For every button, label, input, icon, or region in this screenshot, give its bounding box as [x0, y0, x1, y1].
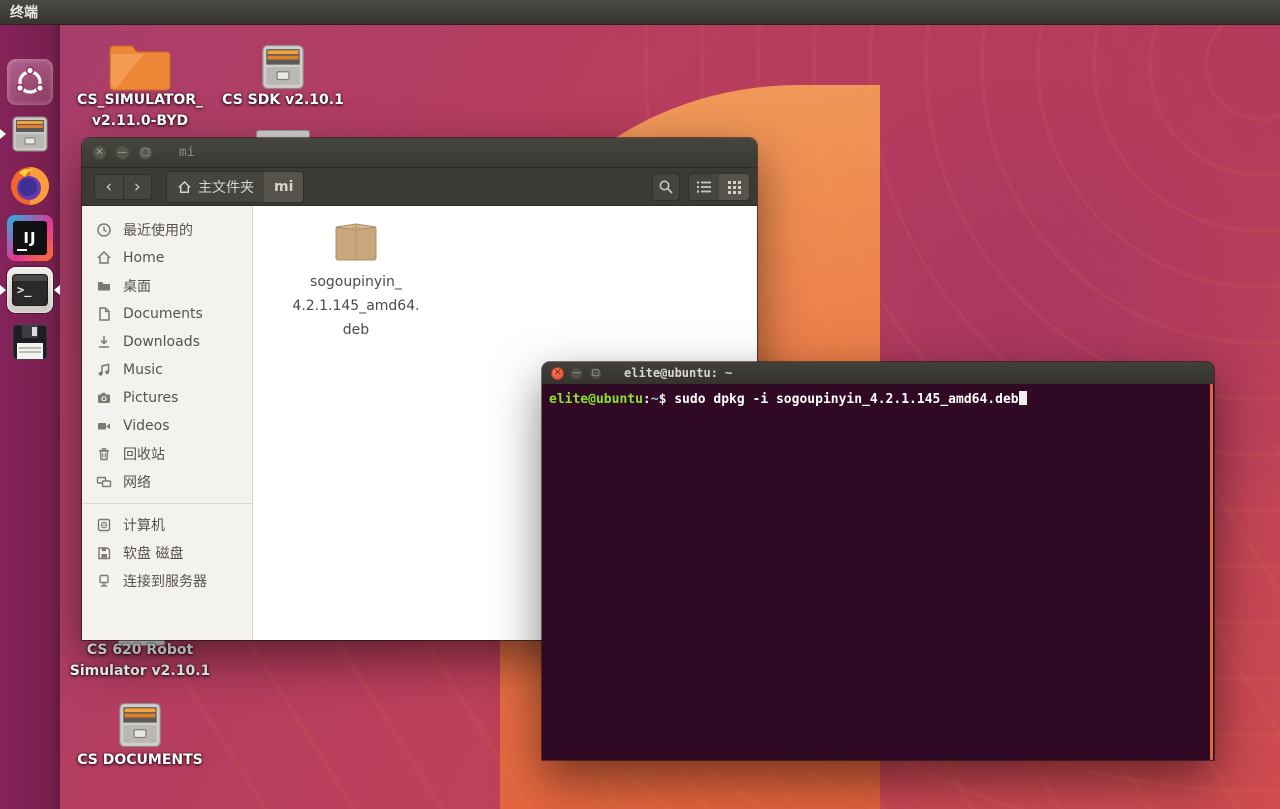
launcher-dock: IJ >_ [0, 25, 60, 809]
view-toggle [688, 173, 750, 201]
terminal-icon: >_ [7, 267, 53, 313]
desktop-icon-cs-sdk[interactable] [257, 42, 309, 96]
intellij-icon: IJ [7, 215, 53, 261]
floppy-disk-icon [7, 319, 53, 365]
sidebar-item-music[interactable]: Music [82, 356, 252, 384]
search-button[interactable] [652, 173, 680, 201]
video-camera-icon [96, 418, 112, 434]
package-icon [328, 218, 384, 262]
running-indicator-terminal [0, 285, 6, 295]
dock-item-files[interactable] [7, 111, 53, 157]
sidebar-item-recent[interactable]: 最近使用的 [82, 216, 252, 244]
prompt-user-host: elite@ubuntu [549, 392, 643, 407]
floppy-icon [96, 545, 112, 561]
home-icon [96, 250, 112, 266]
clock-icon [96, 222, 112, 238]
window-title: mi [179, 145, 195, 160]
focused-indicator-terminal [54, 285, 60, 295]
desktop-icon-label[interactable]: CS DOCUMENTS [65, 750, 215, 771]
list-view-icon [696, 180, 712, 194]
terminal-titlebar[interactable]: ✕ — ▢ elite@ubuntu: ~ [542, 362, 1214, 384]
top-menu-bar[interactable]: 终端 [0, 0, 1280, 25]
sidebar-item-connect-server[interactable]: 连接到服务器 [82, 567, 252, 595]
sidebar-item-desktop[interactable]: 桌面 [82, 272, 252, 300]
file-name: sogoupinyin_ 4.2.1.145_amd64. deb [281, 270, 431, 342]
ubuntu-logo-icon [7, 59, 53, 105]
sidebar-item-videos[interactable]: Videos [82, 412, 252, 440]
sidebar-item-network[interactable]: 网络 [82, 468, 252, 496]
close-button[interactable]: ✕ [92, 145, 107, 160]
breadcrumb-current[interactable]: mi [264, 172, 303, 202]
sidebar-item-computer[interactable]: 计算机 [82, 511, 252, 539]
firefox-icon [7, 163, 53, 209]
folder-icon [104, 42, 176, 94]
dock-item-disk-utility[interactable] [7, 319, 53, 365]
dock-item-dash[interactable] [7, 59, 53, 105]
dock-item-intellij[interactable]: IJ [7, 215, 53, 261]
list-view-button[interactable] [689, 174, 719, 200]
desktop-icon-label[interactable]: CS SDK v2.10.1 [208, 90, 358, 111]
close-button[interactable]: ✕ [551, 367, 564, 380]
sidebar-item-home[interactable]: Home [82, 244, 252, 272]
window-title: elite@ubuntu: ~ [624, 366, 732, 380]
breadcrumb-home[interactable]: 主文件夹 [167, 172, 264, 202]
desktop: 终端 [0, 0, 1280, 809]
terminal-scrollbar[interactable] [1210, 384, 1213, 760]
document-icon [96, 306, 112, 322]
desktop-icon-cs-documents[interactable] [114, 700, 166, 754]
desktop-icon-label-cs620[interactable]: CS 620 Robot Simulator v2.10.1 [65, 640, 215, 682]
breadcrumb: 主文件夹 mi [166, 171, 304, 203]
file-manager-sidebar: 最近使用的 Home 桌面 Documents Downloads [82, 206, 253, 640]
music-note-icon [96, 362, 112, 378]
download-icon [96, 334, 112, 350]
sidebar-item-floppy[interactable]: 软盘 磁盘 [82, 539, 252, 567]
sidebar-item-downloads[interactable]: Downloads [82, 328, 252, 356]
sidebar-item-documents[interactable]: Documents [82, 300, 252, 328]
file-item-deb-package[interactable]: sogoupinyin_ 4.2.1.145_amd64. deb [281, 218, 431, 342]
maximize-button[interactable]: ▢ [138, 145, 153, 160]
grid-view-icon [727, 180, 742, 195]
server-icon [96, 573, 112, 589]
active-app-title: 终端 [10, 2, 38, 22]
minimize-button[interactable]: — [115, 145, 130, 160]
search-icon [658, 179, 674, 195]
text-cursor [1019, 391, 1027, 405]
running-indicator-files [0, 129, 6, 139]
hard-disk-icon [96, 517, 112, 533]
prompt-path: ~ [651, 392, 659, 407]
camera-icon [96, 390, 112, 406]
sidebar-item-pictures[interactable]: Pictures [82, 384, 252, 412]
desktop-icon-label[interactable]: CS_SIMULATOR_ v2.11.0-BYD [65, 90, 215, 132]
sidebar-separator [82, 503, 252, 504]
terminal-prompt-line: elite@ubuntu:~$ sudo dpkg -i sogoupinyin… [549, 391, 1214, 408]
back-button[interactable]: ‹ [95, 175, 124, 199]
archive-icon [114, 700, 166, 750]
dock-item-firefox[interactable] [7, 163, 53, 209]
terminal-output[interactable]: elite@ubuntu:~$ sudo dpkg -i sogoupinyin… [542, 384, 1214, 760]
minimize-button[interactable]: — [570, 367, 583, 380]
file-manager-toolbar: ‹ › 主文件夹 mi [82, 168, 757, 206]
file-cabinet-icon [7, 111, 53, 157]
sidebar-item-trash[interactable]: 回收站 [82, 440, 252, 468]
file-manager-titlebar[interactable]: ✕ — ▢ mi [82, 138, 757, 168]
home-icon [177, 180, 192, 195]
forward-button[interactable]: › [124, 175, 152, 199]
network-icon [96, 474, 112, 490]
terminal-window: ✕ — ▢ elite@ubuntu: ~ elite@ubuntu:~$ su… [542, 362, 1214, 760]
dock-item-terminal[interactable]: >_ [7, 267, 53, 313]
folder-icon [96, 278, 112, 294]
typed-command: sudo dpkg -i sogoupinyin_4.2.1.145_amd64… [674, 392, 1018, 407]
grid-view-button[interactable] [719, 174, 749, 200]
archive-icon [257, 42, 309, 92]
trash-icon [96, 446, 112, 462]
maximize-button[interactable]: ▢ [589, 367, 602, 380]
